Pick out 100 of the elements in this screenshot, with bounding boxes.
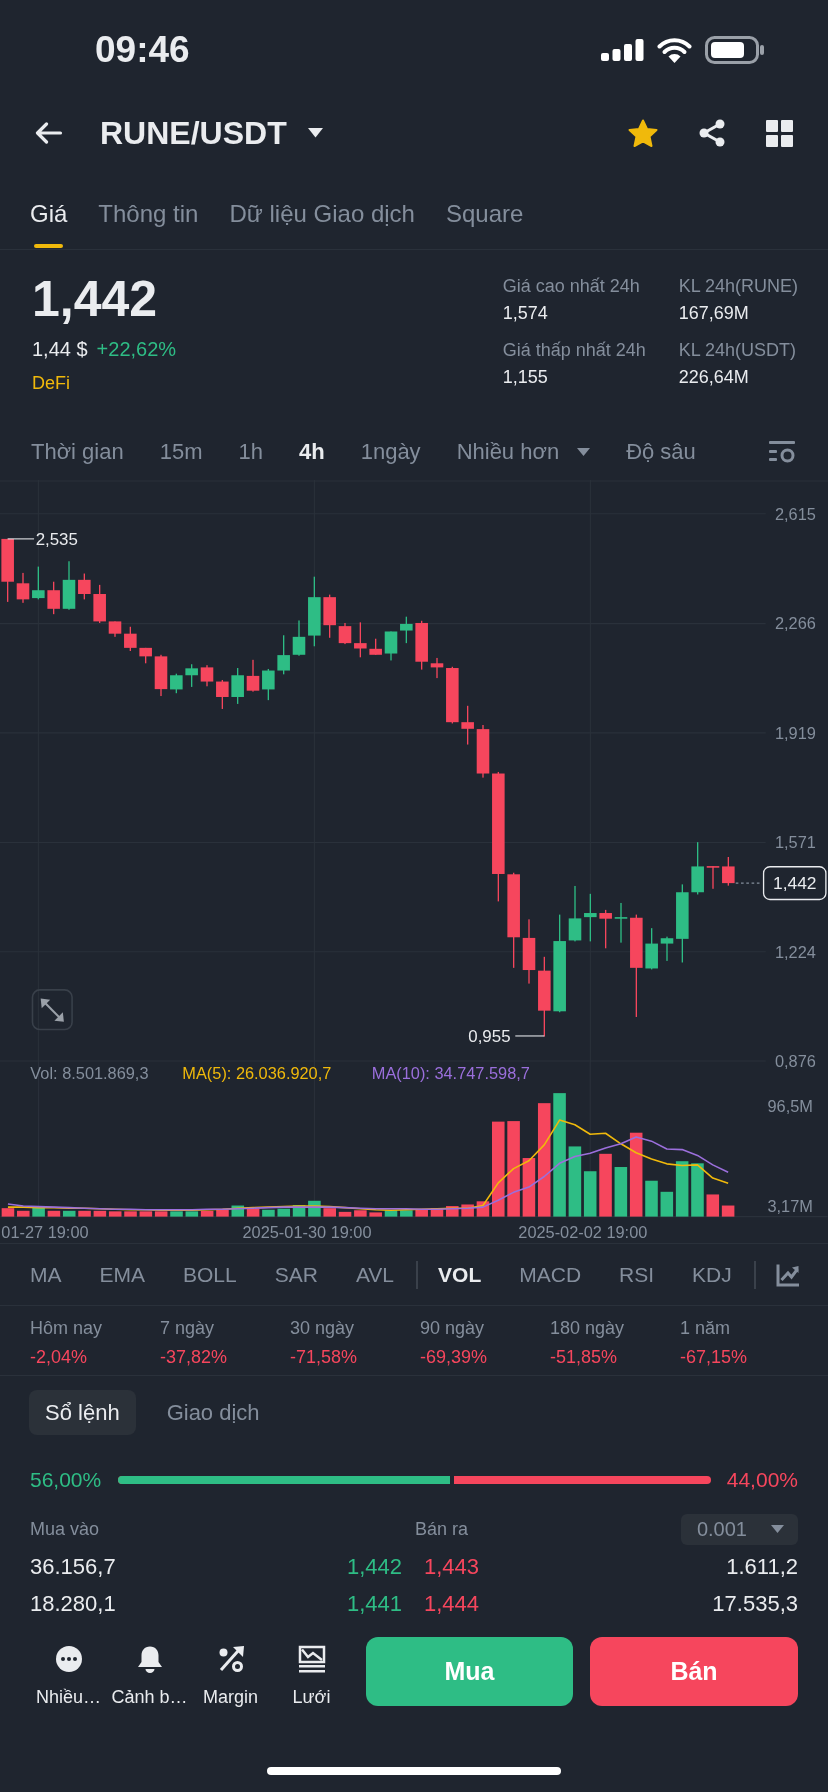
sector-tag[interactable]: DeFi xyxy=(32,370,70,396)
candle xyxy=(292,620,306,656)
order-book-tab[interactable]: Sổ lệnh xyxy=(29,1390,136,1435)
indicator-tab[interactable]: SAR xyxy=(274,1260,318,1289)
tab[interactable]: Thông tin xyxy=(98,166,199,249)
back-icon[interactable] xyxy=(35,122,63,144)
grid-icon[interactable] xyxy=(766,119,793,147)
indicator-tab[interactable]: KDJ xyxy=(692,1260,732,1289)
stat-value: 226,64M xyxy=(678,366,750,389)
caret-icon xyxy=(771,1525,784,1533)
sell-ratio: 44,00% xyxy=(726,1468,798,1492)
indicator-tab[interactable]: MACD xyxy=(519,1260,582,1289)
volume-bar xyxy=(645,1180,658,1217)
precision-dropdown[interactable]: 0.001 xyxy=(680,1513,798,1545)
indicator-tab[interactable]: AVL xyxy=(355,1260,395,1289)
indicator-tab[interactable]: RSI xyxy=(619,1260,655,1289)
indicator-tab[interactable]: BOLL xyxy=(183,1260,237,1289)
volume-bar xyxy=(415,1209,428,1217)
high-price-label: 2,535 xyxy=(35,530,78,550)
signal-icon xyxy=(601,39,644,61)
chart-settings-icon[interactable] xyxy=(769,441,795,463)
caret-icon xyxy=(577,448,591,456)
stat-value: 167,69M xyxy=(678,302,750,325)
period-change: -71,58% xyxy=(290,1346,359,1369)
indicator-tab[interactable]: VOL xyxy=(438,1260,482,1289)
candle xyxy=(154,654,168,697)
leader-line xyxy=(7,538,35,540)
candle xyxy=(262,668,275,701)
tab[interactable]: Square xyxy=(445,166,524,249)
toolbar-button[interactable]: Cảnh b… xyxy=(109,1637,190,1708)
buy-button[interactable]: Mua xyxy=(366,1637,573,1706)
clock: 09:46 xyxy=(95,28,190,72)
period-change: -69,39% xyxy=(420,1346,489,1369)
star-icon[interactable] xyxy=(628,118,658,148)
tab[interactable]: Giá xyxy=(30,166,68,249)
interval-tab[interactable]: 4h xyxy=(299,438,325,466)
ask-amount: 17.535,3 xyxy=(712,1590,798,1617)
stat-label: KL 24h(USDT) xyxy=(678,339,797,362)
interval-tab[interactable]: 1h xyxy=(238,438,263,466)
candle xyxy=(62,561,76,610)
usd-price: 1,44 $ xyxy=(32,337,88,362)
period-label: Hôm nay xyxy=(30,1317,104,1340)
interval-tab[interactable]: 1ngày xyxy=(360,438,421,466)
share-icon[interactable] xyxy=(698,119,726,147)
order-book-tab[interactable]: Giao dịch xyxy=(150,1390,276,1435)
volume-legend: Vol: 8.501.869,3 xyxy=(30,1064,149,1083)
period-label: 180 ngày xyxy=(550,1317,626,1340)
interval-tab[interactable]: Độ sâu xyxy=(626,438,696,466)
candle xyxy=(200,665,214,687)
candle xyxy=(139,647,152,664)
candle xyxy=(415,620,428,670)
candle xyxy=(706,866,720,889)
price-axis-label: 2,266 xyxy=(774,614,816,633)
indicator-tab[interactable]: EMA xyxy=(99,1260,145,1289)
candle xyxy=(614,902,628,943)
volume-bar xyxy=(124,1211,137,1217)
grid-chart-icon xyxy=(297,1645,326,1673)
pair-selector[interactable]: RUNE/USDT xyxy=(100,113,323,153)
volume-bar xyxy=(384,1210,398,1217)
price-change: +22,62% xyxy=(96,337,177,362)
expand-icon xyxy=(40,998,64,1022)
interval-tab[interactable]: Thời gian xyxy=(31,438,124,466)
candle xyxy=(323,594,336,638)
toolbar-button[interactable]: Nhiều… xyxy=(28,1637,109,1708)
interval-dropdown[interactable]: Nhiều hơn xyxy=(456,438,591,466)
indicator-tab[interactable]: MA xyxy=(30,1260,62,1289)
candle xyxy=(185,664,198,687)
candle xyxy=(246,659,260,692)
toolbar-button[interactable]: Margin xyxy=(190,1637,271,1708)
low-price-label: 0,955 xyxy=(468,1027,511,1047)
candle xyxy=(369,638,382,655)
price-axis-label: 2,615 xyxy=(774,504,816,523)
wifi-icon xyxy=(657,37,692,63)
candle xyxy=(691,842,704,895)
ma-legend: MA(5): 26.036.920,7 xyxy=(182,1064,332,1083)
candle xyxy=(584,893,597,942)
interval-tab[interactable]: 15m xyxy=(159,438,203,466)
chart-line-icon[interactable] xyxy=(775,1262,800,1287)
expand-button[interactable] xyxy=(31,989,73,1031)
ask-price: 1,443 xyxy=(424,1553,480,1580)
caret-icon xyxy=(307,128,323,138)
candle xyxy=(461,705,474,745)
stat-label: KL 24h(RUNE) xyxy=(678,275,798,298)
tab[interactable]: Dữ liệu Giao dịch xyxy=(229,166,415,249)
volume-bar xyxy=(170,1211,183,1217)
volume-axis-label: 96,5M xyxy=(767,1096,813,1115)
price-axis-label: 1,919 xyxy=(774,723,816,742)
candle xyxy=(32,566,45,600)
toolbar-button[interactable]: Lưới xyxy=(271,1637,352,1708)
sell-button[interactable]: Bán xyxy=(590,1637,798,1706)
volume-bar xyxy=(446,1206,459,1217)
column-header: Bán ra xyxy=(415,1518,470,1540)
candle xyxy=(338,623,352,645)
candle xyxy=(216,680,229,709)
bell-icon xyxy=(135,1645,164,1673)
stat-label: Giá cao nhất 24h xyxy=(502,275,641,298)
candle xyxy=(599,909,612,949)
ask-price: 1,444 xyxy=(424,1590,480,1617)
stat-label: Giá thấp nhất 24h xyxy=(502,339,647,362)
date-label: 01-27 19:00 xyxy=(1,1222,89,1241)
